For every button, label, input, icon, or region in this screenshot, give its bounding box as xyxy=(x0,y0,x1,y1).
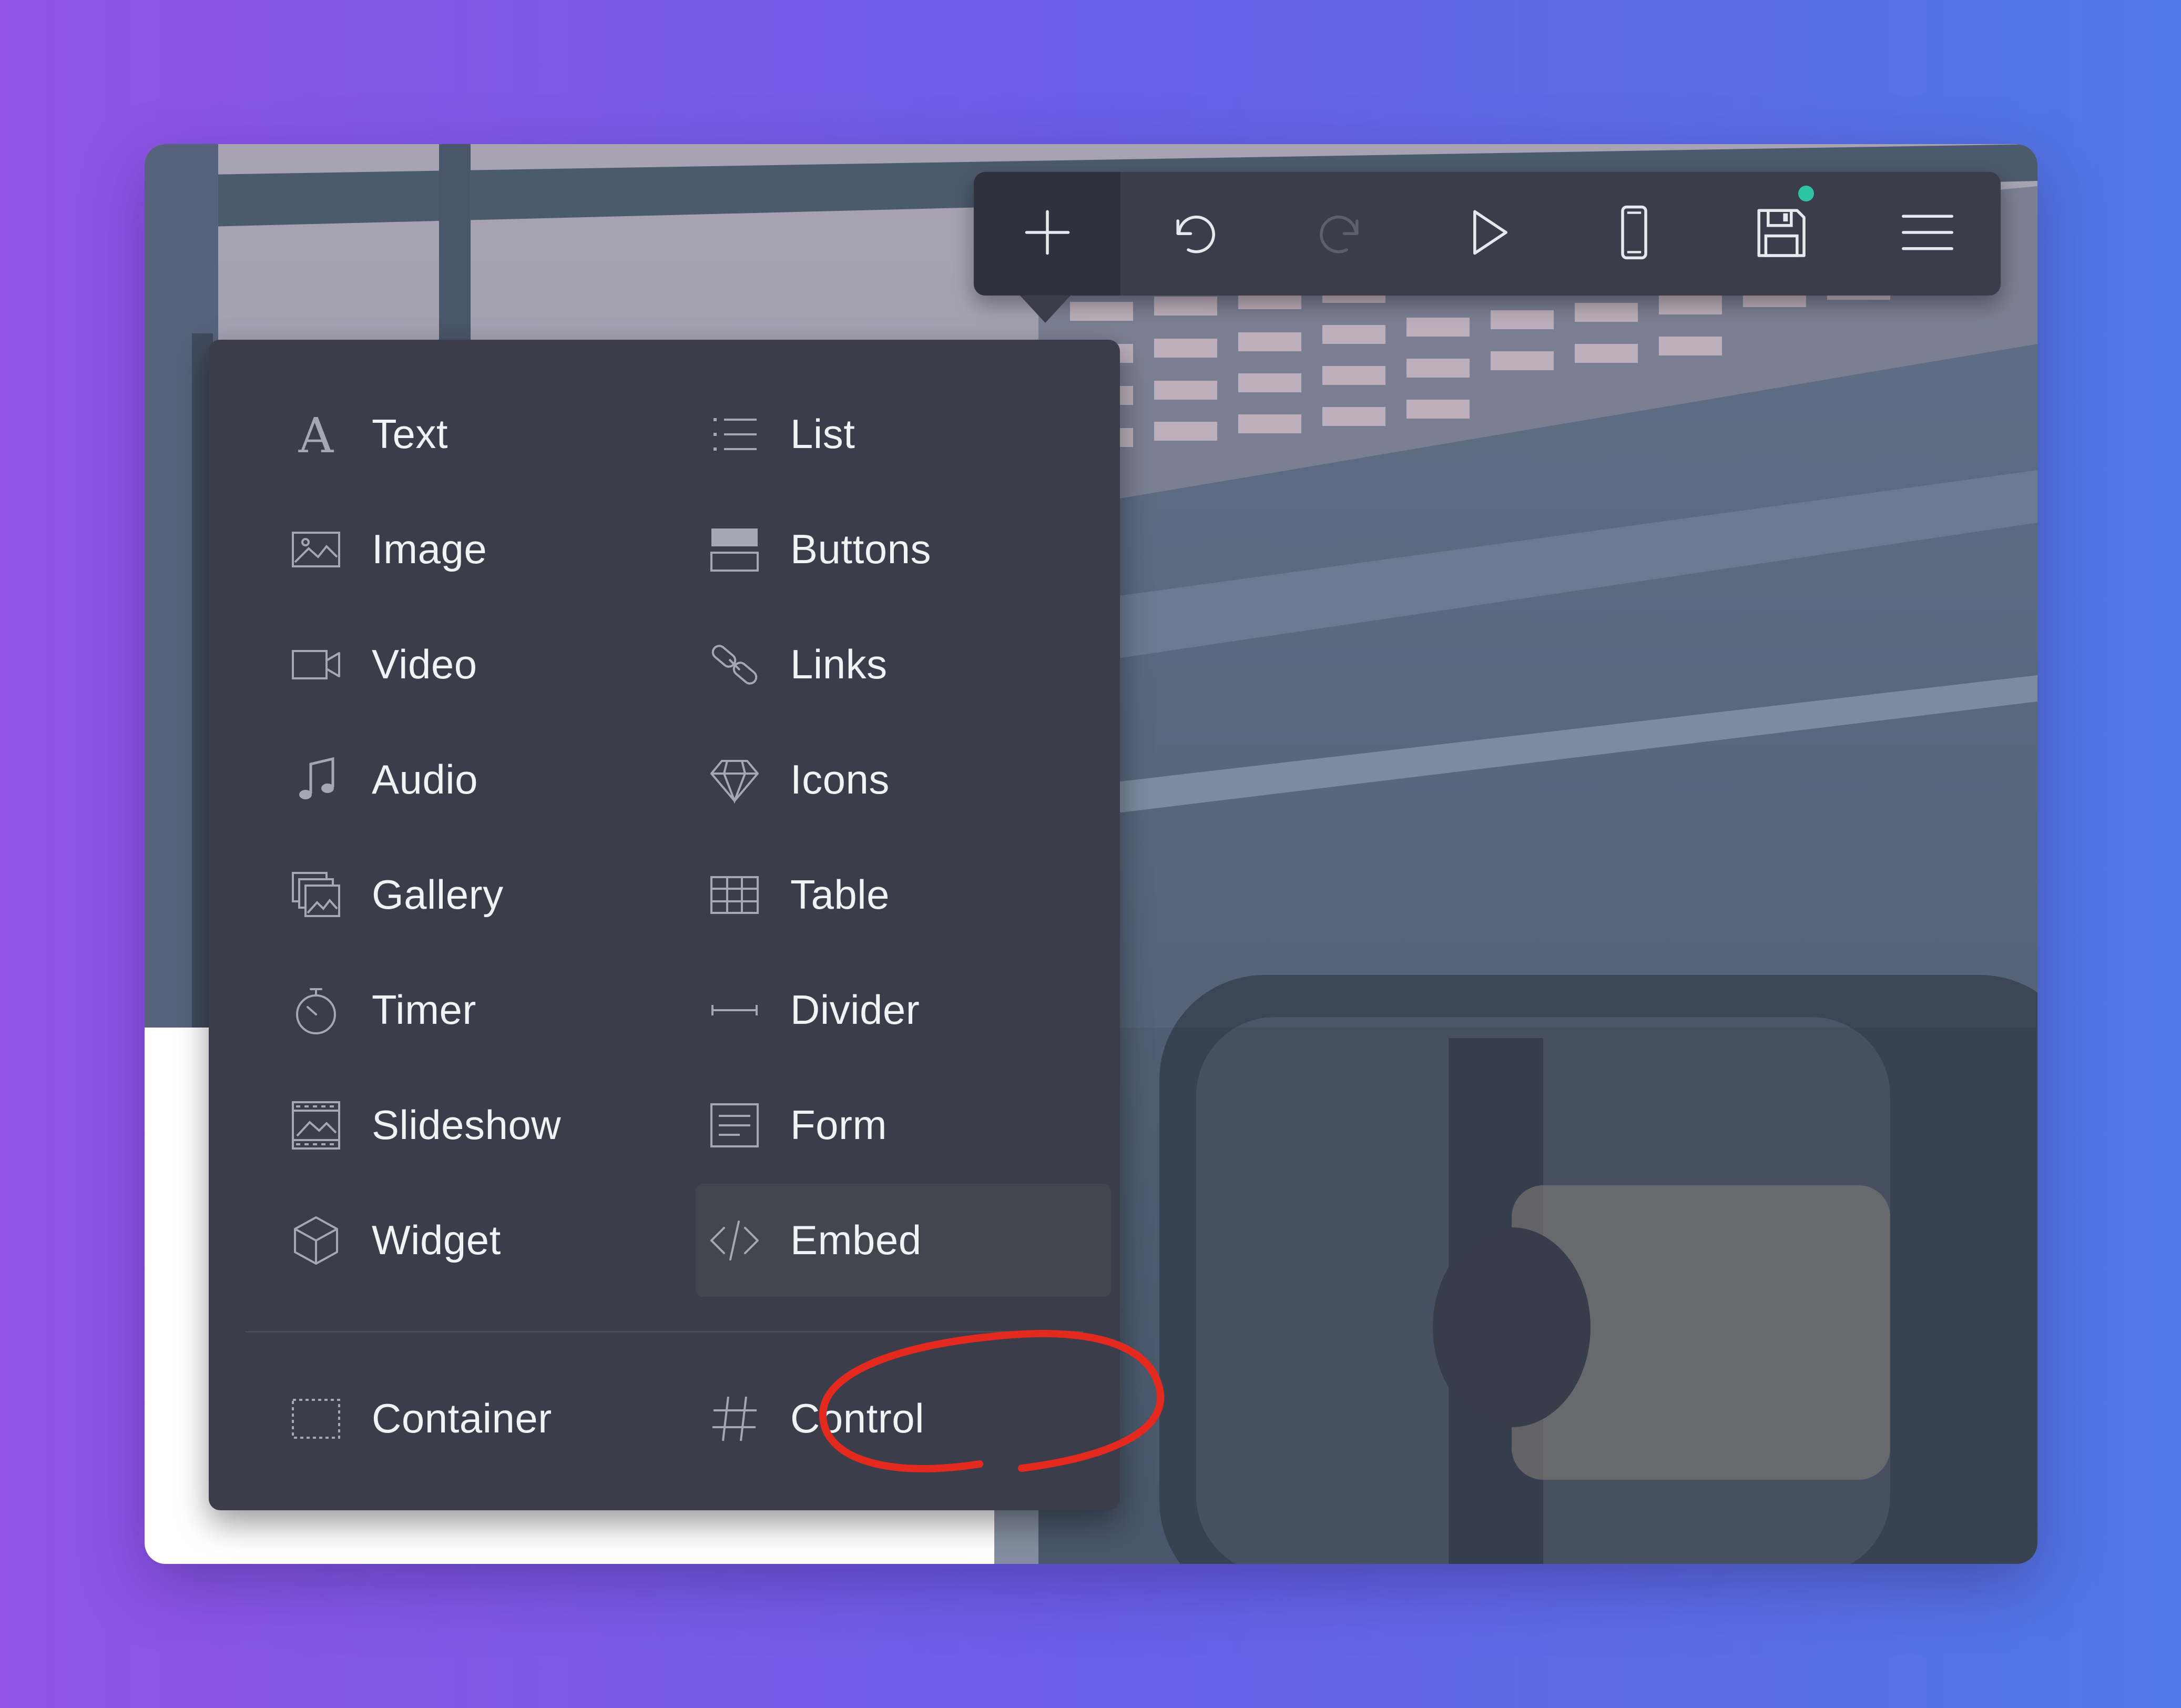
chain-link-icon xyxy=(708,638,761,691)
menu-item-gallery[interactable]: Gallery xyxy=(277,838,692,951)
menu-item-label: Image xyxy=(372,526,487,572)
menu-item-container[interactable]: Container xyxy=(277,1362,692,1475)
undo-button[interactable] xyxy=(1120,172,1267,296)
table-icon xyxy=(708,869,761,921)
editor-canvas: A Text Image Video Audio Gallery Timer S… xyxy=(145,144,2037,1564)
code-embed-icon xyxy=(708,1214,761,1267)
menu-item-text[interactable]: A Text xyxy=(277,378,692,491)
divider-icon xyxy=(708,984,761,1036)
cube-icon xyxy=(290,1214,342,1267)
menu-item-label: Buttons xyxy=(790,526,932,572)
save-icon xyxy=(1752,204,1810,264)
menu-item-label: Gallery xyxy=(372,871,504,918)
main-menu-button[interactable] xyxy=(1854,172,2001,296)
menu-item-buttons[interactable]: Buttons xyxy=(696,493,1111,606)
menu-item-label: Control xyxy=(790,1395,924,1441)
menu-item-label: Audio xyxy=(372,756,478,802)
save-button[interactable] xyxy=(1707,172,1854,296)
menu-item-label: Container xyxy=(372,1395,552,1441)
menu-item-widget[interactable]: Widget xyxy=(277,1184,692,1297)
play-icon xyxy=(1459,204,1516,264)
text-a-icon: A xyxy=(290,408,342,461)
form-icon xyxy=(708,1099,761,1152)
video-camera-icon xyxy=(290,638,342,691)
menu-pointer xyxy=(1020,296,1071,323)
menu-item-label: Divider xyxy=(790,987,920,1033)
gallery-icon xyxy=(290,869,342,921)
plus-icon xyxy=(1018,204,1076,264)
add-element-menu: A Text Image Video Audio Gallery Timer S… xyxy=(209,340,1120,1510)
list-icon xyxy=(708,408,761,461)
menu-item-control[interactable]: Control xyxy=(696,1362,1111,1475)
menu-item-label: Slideshow xyxy=(372,1102,562,1148)
menu-item-audio[interactable]: Audio xyxy=(277,723,692,836)
menu-item-label: List xyxy=(790,411,855,457)
menu-item-label: Embed xyxy=(790,1217,922,1263)
svg-text:A: A xyxy=(298,408,334,461)
menu-item-label: Text xyxy=(372,411,449,457)
menu-item-label: Video xyxy=(372,641,477,687)
menu-item-image[interactable]: Image xyxy=(277,493,692,606)
redo-button[interactable] xyxy=(1267,172,1414,296)
mobile-device-icon xyxy=(1605,204,1663,264)
unsaved-status-dot xyxy=(1798,186,1814,201)
menu-item-label: Icons xyxy=(790,756,890,802)
menu-item-list[interactable]: List xyxy=(696,378,1111,491)
menu-item-embed[interactable]: Embed xyxy=(696,1184,1111,1297)
menu-item-divider[interactable]: Divider xyxy=(696,953,1111,1066)
menu-item-video[interactable]: Video xyxy=(277,608,692,721)
stopwatch-icon xyxy=(290,984,342,1036)
dashed-box-icon xyxy=(290,1392,342,1445)
menu-item-links[interactable]: Links xyxy=(696,608,1111,721)
preview-button[interactable] xyxy=(1414,172,1561,296)
mobile-view-button[interactable] xyxy=(1561,172,1707,296)
image-icon xyxy=(290,523,342,576)
hamburger-menu-icon xyxy=(1899,204,1956,264)
menu-item-label: Form xyxy=(790,1102,887,1148)
menu-item-slideshow[interactable]: Slideshow xyxy=(277,1069,692,1182)
menu-item-timer[interactable]: Timer xyxy=(277,953,692,1066)
slideshow-icon xyxy=(290,1099,342,1152)
menu-divider xyxy=(246,1331,1083,1333)
menu-item-label: Links xyxy=(790,641,888,687)
undo-icon xyxy=(1165,204,1223,264)
menu-item-table[interactable]: Table xyxy=(696,838,1111,951)
redo-icon xyxy=(1312,204,1370,264)
menu-item-icons[interactable]: Icons xyxy=(696,723,1111,836)
hash-icon xyxy=(708,1392,761,1445)
editor-toolbar xyxy=(974,172,2001,323)
diamond-icon xyxy=(708,754,761,806)
menu-item-label: Timer xyxy=(372,987,476,1033)
menu-item-label: Table xyxy=(790,871,890,918)
music-note-icon xyxy=(290,754,342,806)
menu-item-label: Widget xyxy=(372,1217,501,1263)
add-element-button[interactable] xyxy=(974,172,1120,323)
menu-item-form[interactable]: Form xyxy=(696,1069,1111,1182)
buttons-icon xyxy=(708,523,761,576)
